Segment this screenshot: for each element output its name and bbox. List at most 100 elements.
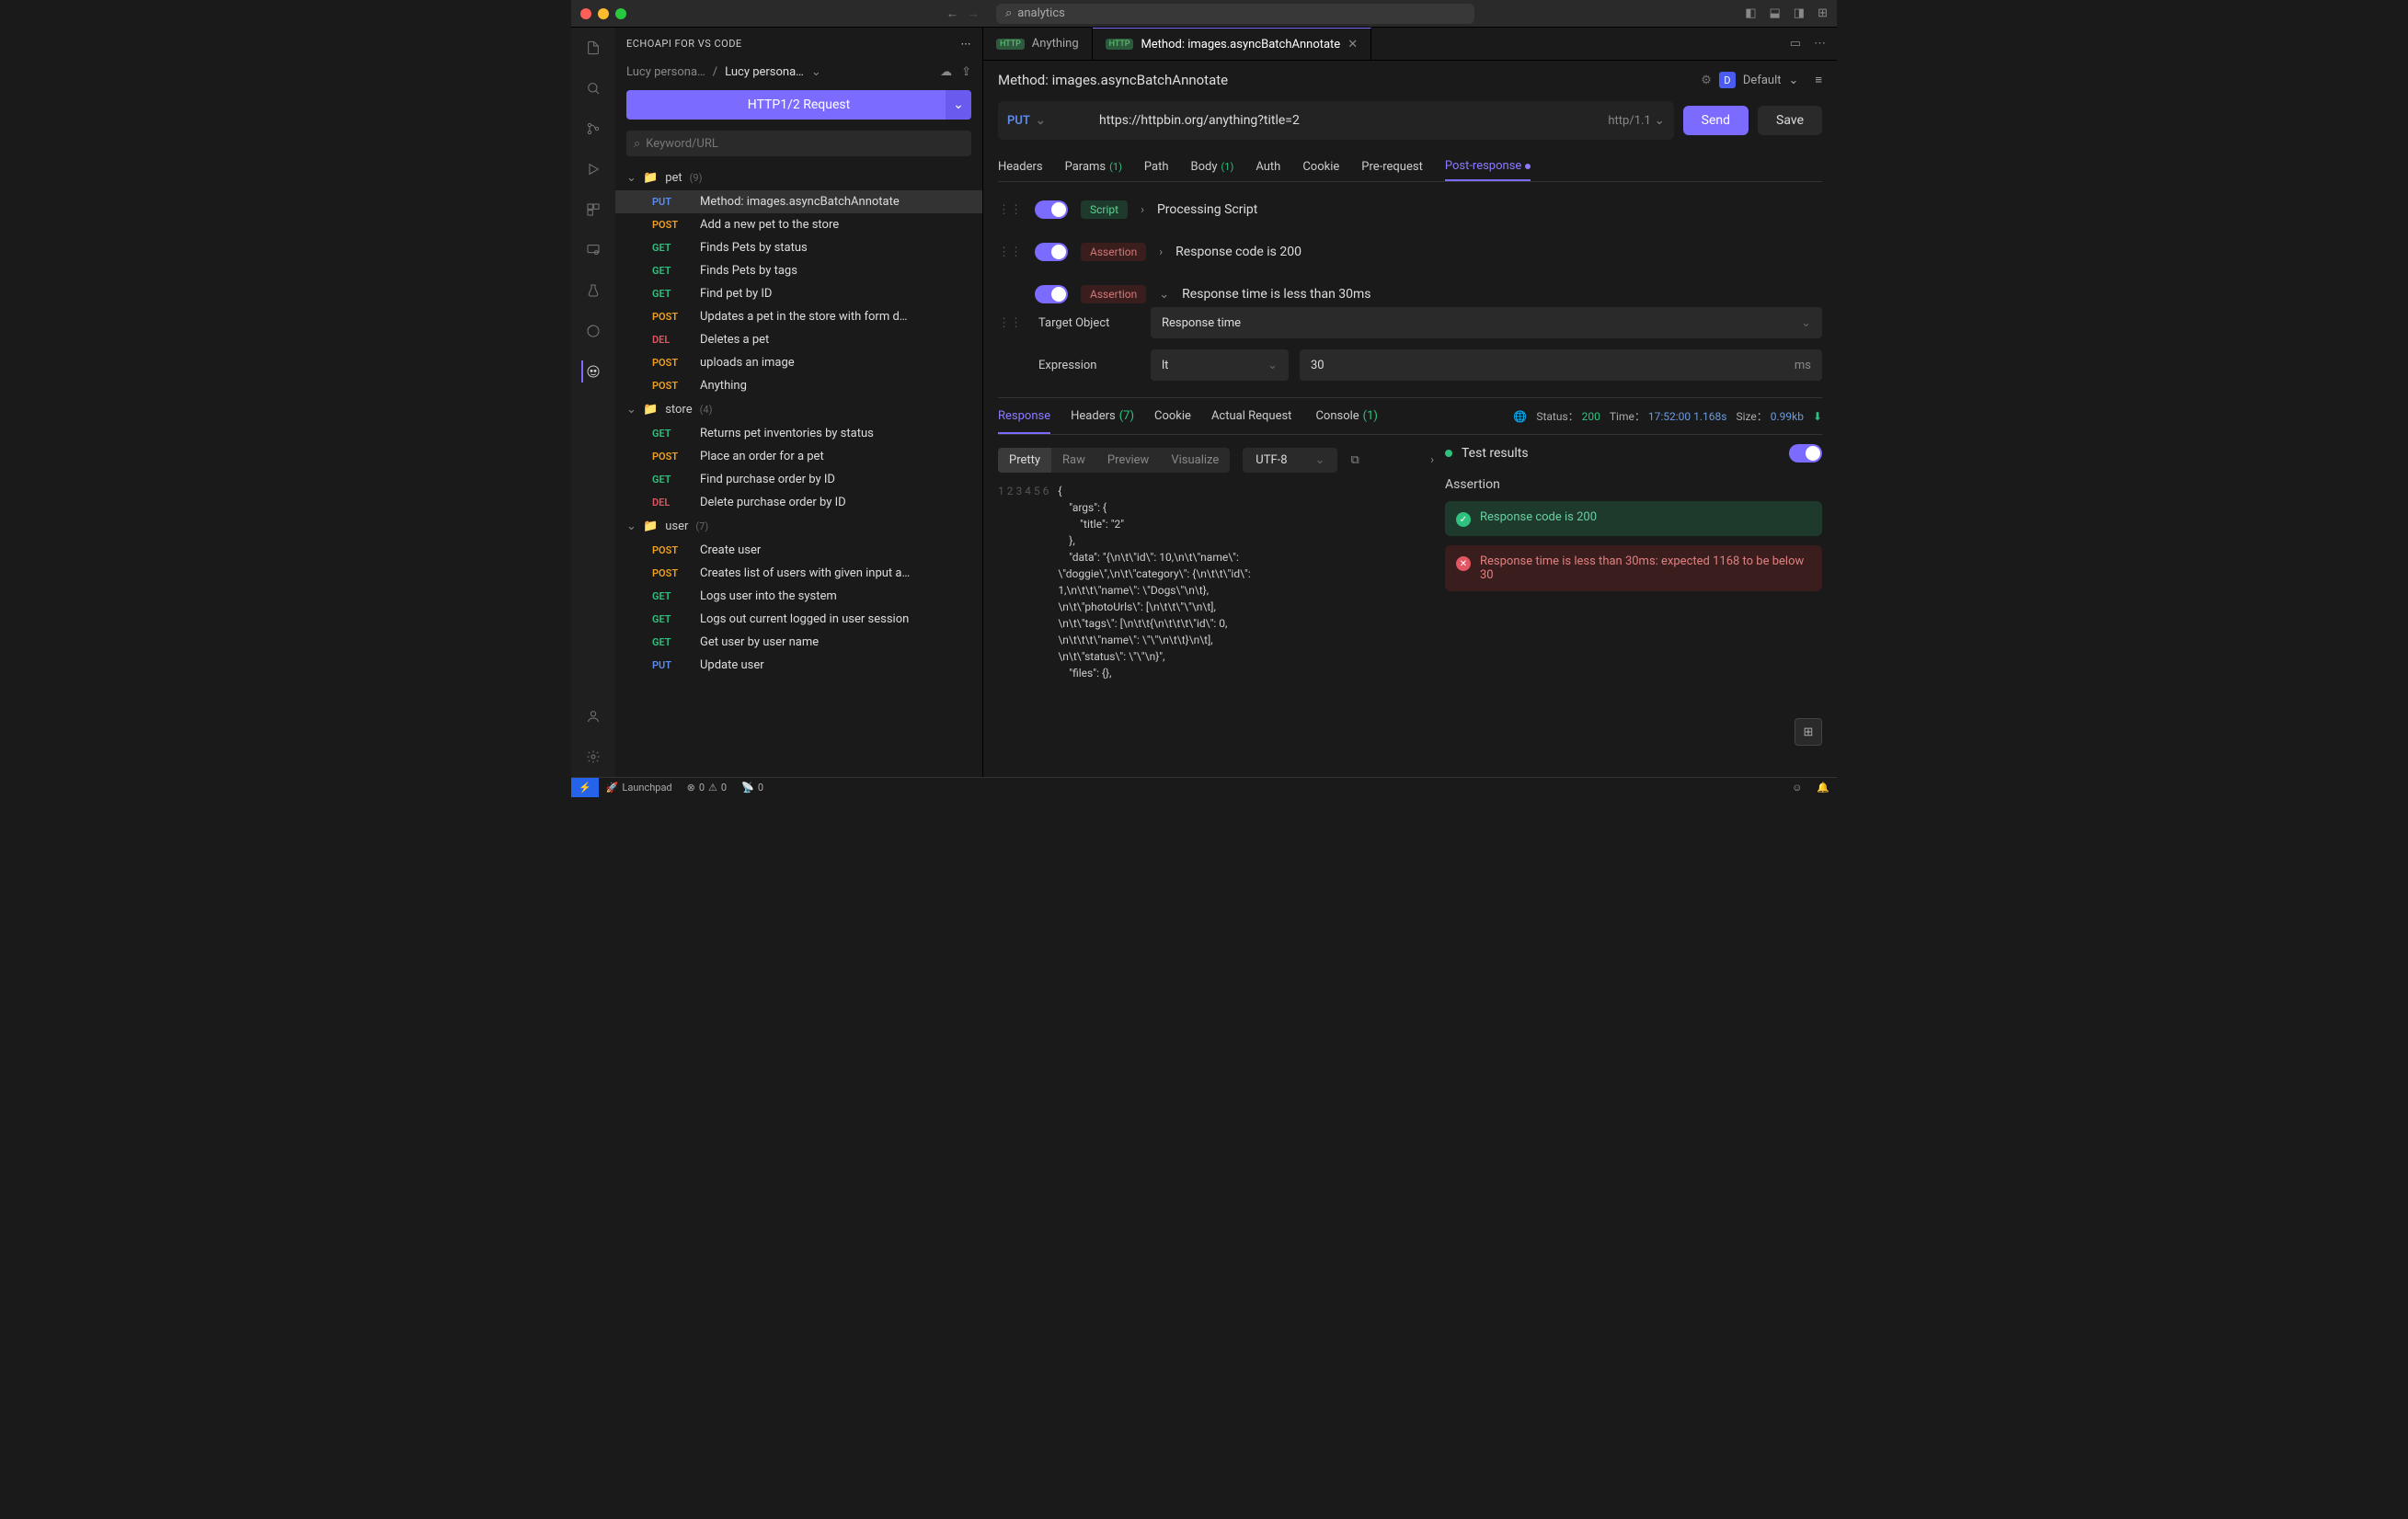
tree-item[interactable]: POSTuploads an image <box>615 351 982 374</box>
tab-method-images[interactable]: HTTP Method: images.asyncBatchAnnotate ✕ <box>1093 28 1371 60</box>
remote-indicator[interactable]: ⚡ <box>571 778 599 797</box>
remote-explorer-icon[interactable] <box>582 239 604 261</box>
copy-icon[interactable]: ⧉ <box>1350 453 1359 467</box>
tab-actual-request[interactable]: Actual Request <box>1211 409 1295 423</box>
tree-item[interactable]: GETFind purchase order by ID <box>615 468 982 491</box>
close-window[interactable] <box>580 8 591 19</box>
timeline-icon[interactable] <box>582 320 604 342</box>
layout-toggle-button[interactable]: ⊞ <box>1795 718 1822 746</box>
tree-item[interactable]: DELDeletes a pet <box>615 328 982 351</box>
tree-item[interactable]: GETLogs out current logged in user sessi… <box>615 608 982 631</box>
cloud-upload-icon[interactable]: ⇪ <box>961 65 971 79</box>
minimize-window[interactable] <box>598 8 609 19</box>
problems-item[interactable]: ⊗ 0 ⚠ 0 <box>680 782 734 794</box>
expression-select[interactable]: lt ⌄ <box>1151 349 1289 381</box>
tree-item[interactable]: GETGet user by user name <box>615 631 982 654</box>
tab-params[interactable]: Params(1) <box>1065 153 1122 181</box>
source-control-icon[interactable] <box>582 118 604 140</box>
ports-item[interactable]: 📡 0 <box>734 782 771 794</box>
breadcrumb-item[interactable]: Lucy persona… <box>626 65 705 79</box>
view-raw[interactable]: Raw <box>1051 448 1096 473</box>
response-body[interactable]: 1 2 3 4 5 6 { "args": { "title": "2" }, … <box>998 483 1434 681</box>
tree-item[interactable]: DELDelete purchase order by ID <box>615 491 982 514</box>
run-debug-icon[interactable] <box>582 158 604 180</box>
layout-grid-icon[interactable]: ⊞ <box>1817 6 1828 20</box>
window-controls[interactable] <box>580 8 626 19</box>
tree-item[interactable]: PUTMethod: images.asyncBatchAnnotate <box>615 190 982 213</box>
tree-folder[interactable]: ⌄📁store (4) <box>615 397 982 422</box>
drag-handle-icon[interactable]: ⋮⋮ <box>998 203 1022 217</box>
test-results-toggle[interactable] <box>1789 444 1822 463</box>
extensions-icon[interactable] <box>582 199 604 221</box>
tab-response[interactable]: Response <box>998 409 1050 434</box>
tree-item[interactable]: POSTAnything <box>615 374 982 397</box>
explorer-icon[interactable] <box>582 37 604 59</box>
chevron-right-icon[interactable]: › <box>1159 246 1163 259</box>
cloud-download-icon[interactable]: ☁ <box>940 65 952 79</box>
chevron-down-icon[interactable]: ⌄ <box>1159 288 1169 302</box>
nav-back-icon[interactable]: ← <box>946 6 958 21</box>
chevron-right-icon[interactable]: › <box>1141 203 1144 217</box>
tab-cookie[interactable]: Cookie <box>1302 153 1339 181</box>
drag-handle-icon[interactable]: ⋮⋮ <box>998 246 1022 259</box>
search-icon[interactable] <box>582 77 604 99</box>
tab-resp-headers[interactable]: Headers (7) <box>1071 409 1134 423</box>
view-preview[interactable]: Preview <box>1096 448 1160 473</box>
tree-item[interactable]: GETReturns pet inventories by status <box>615 422 982 445</box>
tab-console[interactable]: Console (1) <box>1315 409 1378 423</box>
tab-path[interactable]: Path <box>1144 153 1169 181</box>
target-object-select[interactable]: Response time ⌄ <box>1151 307 1822 338</box>
tree-item[interactable]: POSTPlace an order for a pet <box>615 445 982 468</box>
protocol-select[interactable]: http/1.1 ⌄ <box>1608 114 1664 128</box>
view-visualize[interactable]: Visualize <box>1160 448 1230 473</box>
drag-handle-icon[interactable]: ⋮⋮ <box>998 316 1022 330</box>
command-search[interactable]: ⌕ analytics <box>996 4 1474 24</box>
layout-right-icon[interactable]: ◨ <box>1794 6 1805 20</box>
tab-post-response[interactable]: Post-response <box>1445 153 1531 181</box>
maximize-window[interactable] <box>615 8 626 19</box>
tree-folder[interactable]: ⌄📁pet (9) <box>615 166 982 190</box>
settings-icon[interactable] <box>582 746 604 768</box>
tree-item[interactable]: POSTCreate user <box>615 539 982 562</box>
tree-item[interactable]: GETLogs user into the system <box>615 585 982 608</box>
more-actions-icon[interactable]: ⋯ <box>1814 37 1826 51</box>
sidebar-more-icon[interactable]: ⋯ <box>961 38 972 50</box>
encoding-select[interactable]: UTF-8 ⌄ <box>1243 448 1337 473</box>
tree-item[interactable]: GETFinds Pets by status <box>615 236 982 259</box>
tree-item[interactable]: POSTCreates list of users with given inp… <box>615 562 982 585</box>
chevron-down-icon[interactable]: ⌄ <box>811 65 821 79</box>
expand-icon[interactable]: › <box>1430 453 1434 467</box>
tab-anything[interactable]: HTTP Anything <box>983 28 1093 60</box>
feedback-icon[interactable]: ☺ <box>1784 782 1809 794</box>
tree-item[interactable]: POSTUpdates a pet in the store with form… <box>615 305 982 328</box>
account-icon[interactable] <box>582 705 604 727</box>
send-button[interactable]: Send <box>1683 106 1749 135</box>
tab-headers[interactable]: Headers <box>998 153 1043 181</box>
breadcrumb[interactable]: Lucy persona… / Lucy persona… ⌄ ☁ ⇪ <box>615 60 982 85</box>
view-pretty[interactable]: Pretty <box>998 448 1051 473</box>
value-input[interactable]: 30 ms <box>1300 349 1822 381</box>
tab-pre-request[interactable]: Pre-request <box>1361 153 1423 181</box>
nav-forward-icon[interactable]: → <box>968 6 980 21</box>
sidebar-search-input[interactable]: ⌕ Keyword/URL <box>626 131 971 156</box>
echoapi-icon[interactable] <box>581 360 603 383</box>
split-editor-icon[interactable]: ▭ <box>1790 37 1801 51</box>
tab-resp-cookie[interactable]: Cookie <box>1154 409 1191 423</box>
tree-item[interactable]: POSTAdd a new pet to the store <box>615 213 982 236</box>
tree-folder[interactable]: ⌄📁user (7) <box>615 514 982 539</box>
menu-icon[interactable]: ≡ <box>1815 73 1822 87</box>
notifications-icon[interactable]: 🔔 <box>1809 782 1837 794</box>
download-icon[interactable]: ⬇ <box>1813 410 1822 423</box>
url-input[interactable]: https://httpbin.org/anything?title=2 <box>1099 113 1599 128</box>
layout-left-icon[interactable]: ◧ <box>1745 6 1756 20</box>
toggle-switch[interactable] <box>1035 200 1068 219</box>
new-request-button[interactable]: HTTP1/2 Request ⌄ <box>626 90 971 120</box>
tab-auth[interactable]: Auth <box>1256 153 1280 181</box>
toggle-switch[interactable] <box>1035 285 1068 303</box>
tree-item[interactable]: GETFinds Pets by tags <box>615 259 982 282</box>
close-tab-icon[interactable]: ✕ <box>1347 38 1358 51</box>
breadcrumb-item[interactable]: Lucy persona… <box>725 65 804 79</box>
tab-body[interactable]: Body(1) <box>1191 153 1234 181</box>
toggle-switch[interactable] <box>1035 243 1068 261</box>
tree-item[interactable]: GETFind pet by ID <box>615 282 982 305</box>
